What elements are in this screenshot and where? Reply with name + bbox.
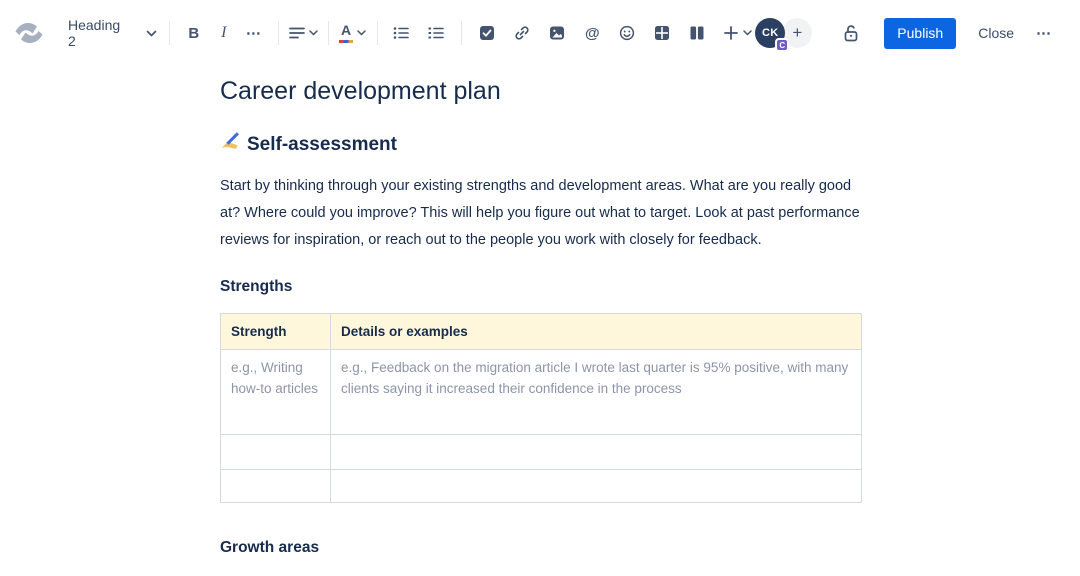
intro-paragraph[interactable]: Start by thinking through your existing …	[220, 173, 861, 254]
bold-icon: B	[188, 25, 199, 42]
close-button[interactable]: Close	[970, 18, 1022, 49]
strength-cell[interactable]	[221, 470, 331, 503]
table-row: e.g., Writing how-to articles e.g., Feed…	[221, 350, 862, 435]
bullet-list-button[interactable]	[389, 19, 413, 47]
chevron-down-icon	[357, 30, 366, 36]
strengths-col-header-details[interactable]: Details or examples	[331, 314, 862, 350]
more-formatting-button[interactable]: ⋯	[242, 19, 266, 47]
table-row	[221, 470, 862, 503]
chevron-down-icon	[743, 30, 752, 36]
details-cell[interactable]	[331, 470, 862, 503]
plus-icon	[723, 25, 739, 41]
toolbar-separator	[169, 21, 170, 45]
text-align-button[interactable]	[291, 19, 316, 47]
emoji-icon	[619, 25, 635, 41]
strength-cell[interactable]: e.g., Writing how-to articles	[221, 350, 331, 435]
details-cell[interactable]: e.g., Feedback on the migration article …	[331, 350, 862, 435]
editor-toolbar: Heading 2 B I ⋯	[0, 0, 1080, 66]
chevron-down-icon	[146, 24, 157, 42]
plus-icon: +	[792, 23, 802, 43]
section-heading-text: Self-assessment	[247, 133, 397, 157]
layouts-button[interactable]	[685, 19, 709, 47]
confluence-editor: Heading 2 B I ⋯	[0, 0, 1080, 576]
mention-button[interactable]: @	[580, 19, 604, 47]
publish-button[interactable]: Publish	[884, 18, 956, 49]
section-heading-self-assessment[interactable]: Self-assessment	[220, 131, 861, 158]
task-list-button[interactable]	[475, 19, 499, 47]
layouts-icon	[689, 25, 705, 41]
text-align-icon	[289, 26, 305, 40]
current-user-avatar[interactable]: CK C	[755, 18, 785, 48]
link-icon	[514, 25, 530, 41]
toolbar-separator	[461, 21, 462, 45]
growth-areas-heading[interactable]: Growth areas	[220, 538, 861, 557]
page-title[interactable]: Career development plan	[220, 76, 861, 106]
table-row	[221, 435, 862, 470]
mention-icon: @	[585, 25, 600, 42]
strengths-heading[interactable]: Strengths	[220, 277, 861, 296]
insert-more-button[interactable]	[720, 19, 755, 47]
text-style-label: Heading 2	[68, 17, 120, 49]
more-formatting-icon: ⋯	[246, 24, 262, 42]
image-button[interactable]	[545, 19, 569, 47]
task-list-icon	[479, 25, 495, 41]
numbered-list-icon	[428, 26, 444, 40]
table-button[interactable]	[650, 19, 674, 47]
strength-cell[interactable]	[221, 435, 331, 470]
toolbar-separator	[278, 21, 279, 45]
italic-icon: I	[221, 24, 226, 42]
toolbar-separator	[377, 21, 378, 45]
italic-button[interactable]: I	[212, 19, 236, 47]
image-icon	[549, 25, 565, 41]
confluence-logo-icon	[12, 16, 46, 50]
strengths-table: Strength Details or examples e.g., Writi…	[220, 313, 862, 503]
more-actions-icon: ⋯	[1036, 24, 1052, 42]
text-style-dropdown[interactable]: Heading 2	[68, 17, 157, 49]
text-color-icon: A	[339, 23, 353, 43]
restrictions-button[interactable]	[838, 19, 862, 47]
chevron-down-icon	[309, 30, 318, 36]
link-button[interactable]	[510, 19, 534, 47]
numbered-list-button[interactable]	[424, 19, 448, 47]
editor-content: Career development plan Self-assessment …	[220, 66, 861, 576]
table-header-row: Strength Details or examples	[221, 314, 862, 350]
bold-button[interactable]: B	[182, 19, 206, 47]
emoji-button[interactable]	[615, 19, 639, 47]
bullet-list-icon	[393, 26, 409, 40]
details-cell[interactable]	[331, 435, 862, 470]
toolbar-separator	[328, 21, 329, 45]
writing-hand-emoji-icon	[220, 131, 240, 158]
collaborator-badge: C	[775, 38, 789, 52]
text-color-button[interactable]: A	[341, 19, 365, 47]
unlocked-padlock-icon	[842, 24, 859, 42]
strengths-col-header-strength[interactable]: Strength	[221, 314, 331, 350]
more-actions-button[interactable]: ⋯	[1032, 19, 1056, 47]
table-icon	[654, 25, 670, 41]
